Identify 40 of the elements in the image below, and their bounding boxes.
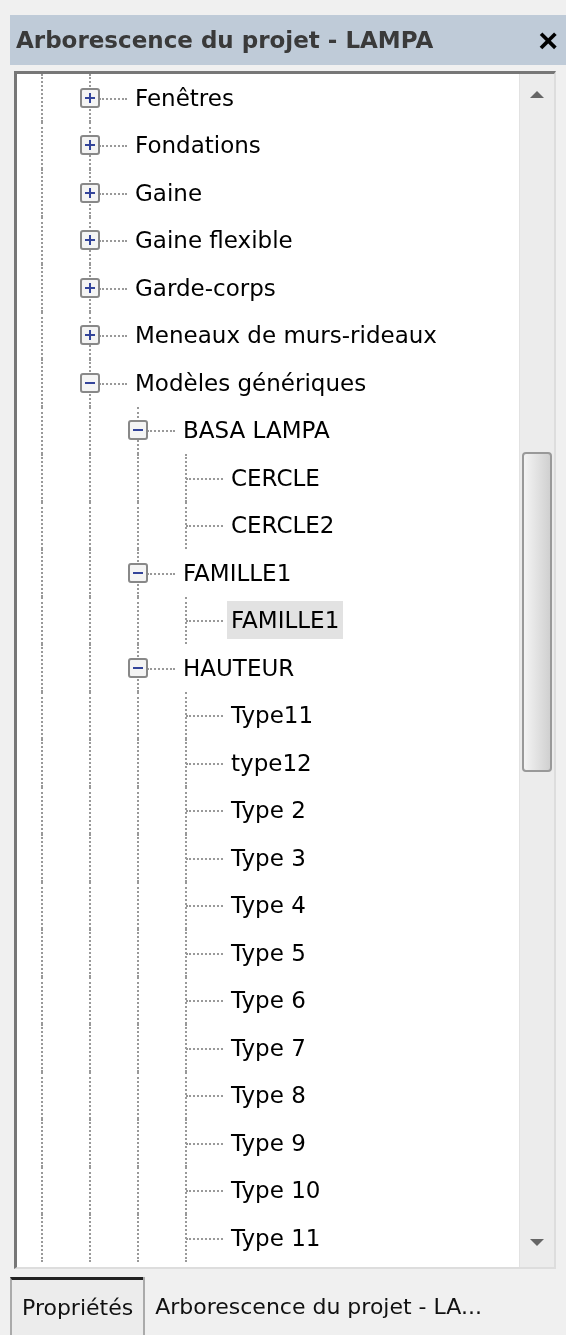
tree-item[interactable]: BASA LAMPA <box>179 411 334 450</box>
tree-item[interactable]: FAMILLE1 <box>179 553 296 592</box>
expand-icon[interactable] <box>80 325 100 346</box>
collapse-icon[interactable] <box>128 562 148 583</box>
collapse-icon[interactable] <box>128 420 148 441</box>
expand-icon[interactable] <box>80 182 100 203</box>
scrollbar[interactable] <box>519 74 554 1267</box>
tree-item[interactable]: Type 6 <box>227 981 310 1020</box>
expand-icon[interactable] <box>80 230 100 251</box>
panel-title: Arborescence du projet - LAMPA <box>16 27 434 53</box>
tree-item[interactable]: Fenêtres <box>131 78 238 117</box>
tree-item[interactable]: Type 3 <box>227 838 310 877</box>
close-button[interactable]: × <box>538 23 558 57</box>
tree-item[interactable]: Gaine <box>131 173 207 212</box>
tree-item[interactable]: FAMILLE1 <box>227 601 344 640</box>
collapse-icon[interactable] <box>128 657 148 678</box>
collapse-icon[interactable] <box>80 372 100 393</box>
tree-item[interactable]: Gaine flexible <box>131 221 297 260</box>
tree-item[interactable]: Modèles génériques <box>131 363 371 402</box>
tree-item[interactable]: Type 7 <box>227 1028 310 1067</box>
tree-item[interactable]: CERCLE <box>227 458 324 497</box>
tree-item[interactable]: Fondations <box>131 126 265 165</box>
tree-item[interactable]: CERCLE2 <box>227 506 339 545</box>
expand-icon[interactable] <box>80 277 100 298</box>
tree-item[interactable]: HAUTEUR <box>179 648 299 687</box>
tree-item[interactable]: Type 5 <box>227 933 310 972</box>
tree-item[interactable]: Meneaux de murs-rideaux <box>131 316 441 355</box>
panel-tab[interactable]: Propriétés <box>10 1277 144 1335</box>
expand-icon[interactable] <box>80 87 100 108</box>
tree-item[interactable]: Type 8 <box>227 1076 310 1115</box>
tree-item[interactable]: Type 4 <box>227 886 310 925</box>
tree-item[interactable]: Type 9 <box>227 1123 310 1162</box>
tree-item[interactable]: Type 2 <box>227 791 310 830</box>
tree-item[interactable]: Type 10 <box>227 1171 325 1210</box>
scrollbar-thumb[interactable] <box>522 452 552 772</box>
tree-item[interactable]: Type11 <box>227 696 318 735</box>
tree-item[interactable]: Type 11 <box>227 1218 325 1257</box>
tree-item[interactable]: Garde-corps <box>131 268 280 307</box>
expand-icon[interactable] <box>80 135 100 156</box>
tree-item[interactable]: type12 <box>227 743 316 782</box>
